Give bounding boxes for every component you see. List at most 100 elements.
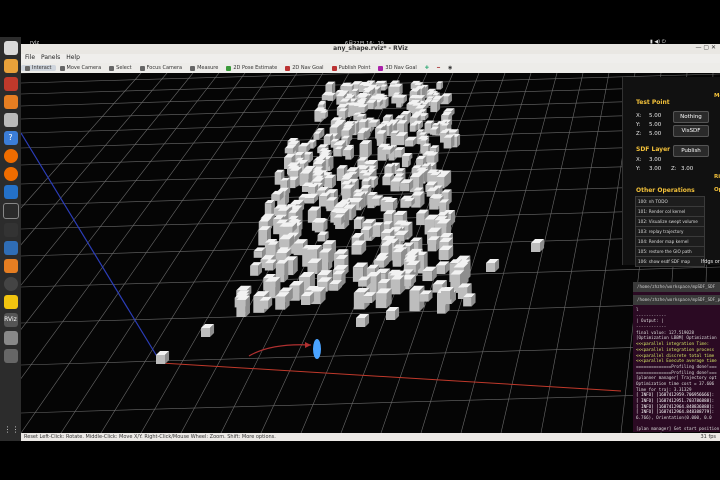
test-y-label: Y: xyxy=(636,122,641,128)
dock-app-icon[interactable]: ? xyxy=(3,131,18,145)
menu-file[interactable]: File xyxy=(25,54,35,61)
dock-app-icon[interactable] xyxy=(3,295,18,309)
show-apps-icon[interactable]: ⋮⋮ xyxy=(4,423,20,437)
dock-app-icon[interactable] xyxy=(2,203,19,219)
terminal-tab-title[interactable]: /home/zhzhe/workspace/mpSDF_SDF_p... xyxy=(633,295,720,305)
vissdf-button[interactable]: VisSDF xyxy=(673,125,709,137)
panel-bottom-label: lfdgs or xyxy=(701,259,720,265)
control-panel: Test Point X: 5.00 Y: 5.00 Z: 5.00 Nothi… xyxy=(622,77,720,267)
dock-app-icon[interactable] xyxy=(3,185,18,199)
tool-add[interactable]: ✚ xyxy=(421,65,433,71)
obstacle-front xyxy=(317,234,326,242)
tool-remove[interactable]: ━ xyxy=(433,65,444,71)
obstacle-front xyxy=(301,296,310,305)
obstacle-front xyxy=(308,187,316,194)
tool-move-camera[interactable]: Move Camera xyxy=(56,65,106,71)
sdf-x-value[interactable]: 3.00 xyxy=(649,157,661,163)
screen-bottom xyxy=(0,441,720,480)
obstacle-front xyxy=(282,226,293,233)
obstacle-front xyxy=(402,156,410,161)
dock-app-icon[interactable] xyxy=(3,95,18,109)
terminal-window[interactable]: /home/zhzhe/workspace/mpSDF_SDF /home/zh… xyxy=(633,282,720,432)
tool-camera-type[interactable]: ◉ xyxy=(444,65,456,71)
terminal-line: [ INFO] [1687412951.703786888]: xyxy=(636,398,715,403)
dock-app-icon[interactable] xyxy=(3,259,18,273)
tool-2d-pose-estimate[interactable]: 2D Pose Estimate xyxy=(222,65,281,71)
dock-app-icon[interactable] xyxy=(3,167,18,181)
tool-interact[interactable]: Interact xyxy=(21,65,56,71)
obstacle-front xyxy=(438,250,449,260)
sdf-y-value[interactable]: 3.00 xyxy=(649,166,661,172)
tool-select[interactable]: Select xyxy=(105,65,135,71)
rviz-dock-icon[interactable]: RViz xyxy=(3,313,18,327)
fps-readout: 31 fps xyxy=(700,434,717,440)
nothing-button[interactable]: Nothing xyxy=(673,111,709,123)
publish-button[interactable]: Publish xyxy=(673,145,709,157)
obstacle-front xyxy=(486,263,495,272)
3d-nav-goal-icon xyxy=(378,65,384,71)
obstacle-front xyxy=(363,296,373,303)
obstacle-side xyxy=(388,242,393,264)
dock-app-icon[interactable] xyxy=(3,149,18,163)
z-axis-line xyxy=(21,132,162,364)
operation-item[interactable]: 106: show esdf SDF map xyxy=(635,256,705,267)
dock-app-icon[interactable] xyxy=(3,113,18,127)
side-label: Mo xyxy=(714,93,720,99)
sdf-z-value[interactable]: 3.00 xyxy=(681,166,693,172)
window-title: any_shape.rviz* - RViz xyxy=(333,45,408,52)
dock-app-icon[interactable] xyxy=(3,331,18,345)
status-hint: Reset Left-Click: Rotate. Middle-Click: … xyxy=(24,434,276,440)
obstacle-front xyxy=(357,133,364,140)
nav-goal-icon xyxy=(285,65,291,71)
obstacle-front xyxy=(400,183,410,192)
dock-app-icon[interactable] xyxy=(3,277,18,291)
obstacle-front xyxy=(259,300,269,309)
obstacle-front xyxy=(298,146,307,153)
grid-line xyxy=(21,344,720,366)
tool-focus-camera[interactable]: Focus Camera xyxy=(136,65,187,71)
window-controls[interactable]: — ▢ ✕ xyxy=(695,44,716,51)
obstacle-front xyxy=(327,95,334,101)
obstacle-front xyxy=(409,125,416,132)
dock-app-icon[interactable] xyxy=(3,349,18,363)
dock-app-icon[interactable] xyxy=(3,223,18,237)
tool-publish-point[interactable]: Publish Point xyxy=(328,65,375,71)
obstacle-front xyxy=(416,213,425,226)
test-z-label: Z: xyxy=(636,131,642,137)
obstacle-front xyxy=(433,198,441,207)
test-point-heading: Test Point xyxy=(636,99,670,106)
tool-measure[interactable]: Measure xyxy=(186,65,222,71)
obstacle-front xyxy=(386,311,395,320)
robot-marker xyxy=(313,339,321,359)
terminal-line: <<<parallel integration Time: xyxy=(636,341,710,347)
tool-3d-nav-goal[interactable]: 3D Nav Goal xyxy=(374,65,420,71)
system-top-bar: 活动 rviz 6月22日 16：19 ▮ ◀) ⏻ xyxy=(0,0,720,47)
obstacle-front xyxy=(293,243,304,256)
x-axis-line xyxy=(160,362,622,392)
obstacle-front xyxy=(250,265,259,276)
terminal-line: Optimization time cost = 37.606 xyxy=(636,380,715,386)
menu-help[interactable]: Help xyxy=(66,54,80,61)
dock-app-icon[interactable] xyxy=(3,241,18,255)
tool-2d-nav-goal[interactable]: 2D Nav Goal xyxy=(281,65,327,71)
publish-point-icon xyxy=(331,65,337,71)
test-z-value[interactable]: 5.00 xyxy=(649,131,661,137)
test-y-value[interactable]: 5.00 xyxy=(649,122,661,128)
scene-canvas[interactable] xyxy=(21,73,720,433)
3d-viewport[interactable] xyxy=(21,73,720,433)
menu-panels[interactable]: Panels xyxy=(41,54,60,61)
grid-line xyxy=(21,392,720,414)
dock-app-icon[interactable] xyxy=(3,41,18,55)
test-x-value[interactable]: 5.00 xyxy=(649,113,661,119)
obstacle-front xyxy=(334,149,341,156)
pose-estimate-icon xyxy=(226,65,232,71)
dock-app-icon[interactable] xyxy=(3,59,18,73)
obstacle-front xyxy=(275,296,286,310)
obstacle-front xyxy=(323,136,331,145)
obstacle-front xyxy=(430,175,438,182)
dock-app-icon[interactable] xyxy=(3,77,18,91)
obstacle-front xyxy=(531,243,540,252)
obstacle-front xyxy=(436,83,441,90)
terminal-tab-title[interactable]: /home/zhzhe/workspace/mpSDF_SDF xyxy=(633,282,720,292)
obstacle-front xyxy=(419,294,429,302)
